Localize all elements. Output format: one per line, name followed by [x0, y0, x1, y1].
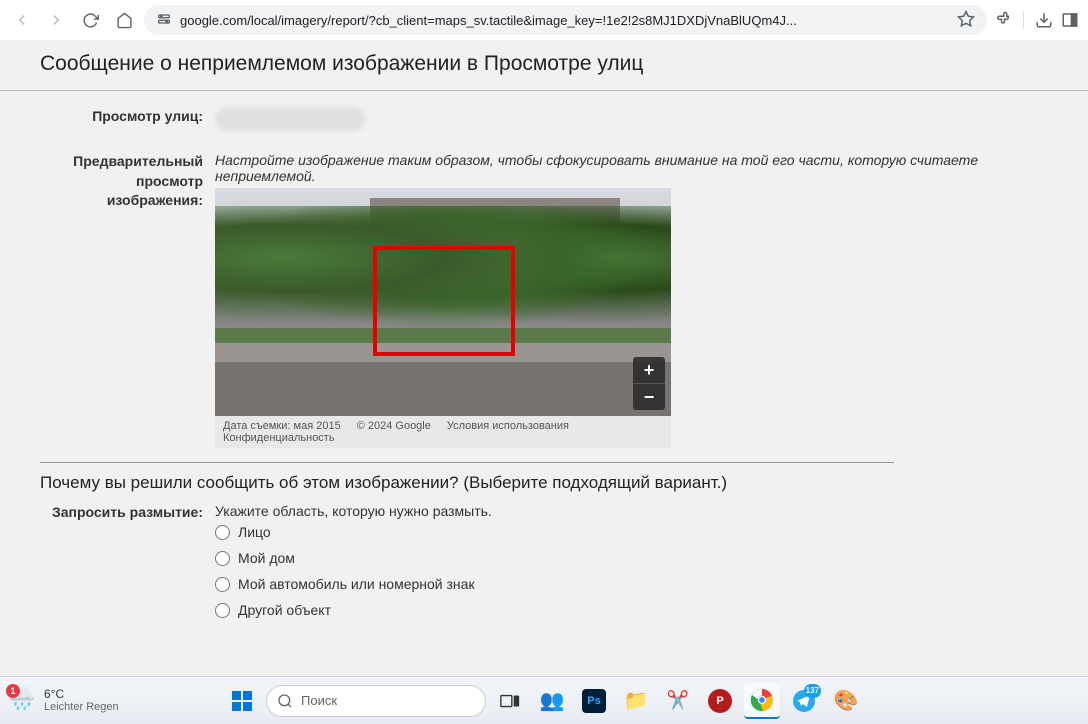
- extensions-icon[interactable]: [993, 10, 1013, 30]
- preview-label-line2: просмотр изображения:: [40, 172, 203, 211]
- capture-date: Дата съемки: мая 2015: [223, 420, 341, 432]
- site-info-icon[interactable]: [156, 11, 172, 30]
- radio-house[interactable]: [215, 551, 230, 566]
- radio-option-other[interactable]: Другой объект: [215, 597, 1048, 623]
- zoom-controls: + −: [633, 357, 665, 410]
- radio-face[interactable]: [215, 525, 230, 540]
- browser-toolbar: google.com/local/imagery/report/?cb_clie…: [0, 0, 1088, 40]
- forward-button[interactable]: [42, 6, 70, 34]
- telegram-badge: 137: [804, 684, 821, 698]
- paint-icon[interactable]: 🎨: [828, 683, 864, 719]
- star-icon[interactable]: [957, 10, 975, 31]
- back-button[interactable]: [8, 6, 36, 34]
- file-explorer-icon[interactable]: 📁: [618, 683, 654, 719]
- address-bar[interactable]: google.com/local/imagery/report/?cb_clie…: [144, 5, 987, 35]
- streetview-attribution: Дата съемки: мая 2015 © 2024 Google Усло…: [215, 416, 671, 448]
- radio-option-face[interactable]: Лицо: [215, 519, 1048, 545]
- taskbar-center: Поиск 👥 Ps 📁 ✂️ P 137 🎨: [224, 683, 864, 719]
- radio-option-house[interactable]: Мой дом: [215, 545, 1048, 571]
- page-title: Сообщение о неприемлемом изображении в П…: [0, 40, 1088, 90]
- reload-button[interactable]: [76, 6, 104, 34]
- radio-other[interactable]: [215, 603, 230, 618]
- search-placeholder: Поиск: [301, 693, 337, 708]
- weather-widget[interactable]: 🌧️ 1 6°C Leichter Regen: [8, 686, 119, 716]
- why-report-title: Почему вы решили сообщить об этом изобра…: [0, 463, 1088, 503]
- windows-logo-icon: [232, 691, 252, 711]
- selection-rectangle[interactable]: [373, 246, 515, 356]
- url-text: google.com/local/imagery/report/?cb_clie…: [180, 13, 949, 28]
- privacy-link[interactable]: Конфиденциальность: [223, 432, 663, 444]
- weather-alert-badge: 1: [6, 684, 20, 698]
- taskbar-search[interactable]: Поиск: [266, 685, 486, 717]
- blur-hint: Укажите область, которую нужно размыть.: [215, 503, 1048, 519]
- radio-car[interactable]: [215, 577, 230, 592]
- psiphon-icon[interactable]: P: [702, 683, 738, 719]
- chrome-icon[interactable]: [744, 683, 780, 719]
- taskview-icon[interactable]: [492, 683, 528, 719]
- photoshop-icon[interactable]: Ps: [576, 683, 612, 719]
- zoom-out-button[interactable]: −: [633, 384, 665, 410]
- preview-label-line1: Предварительный: [40, 152, 203, 172]
- radio-option-car[interactable]: Мой автомобиль или номерной знак: [215, 571, 1048, 597]
- weather-conditions: Leichter Regen: [44, 701, 119, 714]
- toolbar-separator: [1023, 11, 1024, 29]
- preview-hint: Настройте изображение таким образом, что…: [215, 152, 1048, 184]
- copyright: © 2024 Google: [357, 420, 431, 432]
- temperature: 6°C: [44, 687, 119, 701]
- downloads-icon[interactable]: [1034, 10, 1054, 30]
- redacted-location: [215, 107, 365, 131]
- streetview-preview[interactable]: + −: [215, 188, 671, 416]
- zoom-in-button[interactable]: +: [633, 357, 665, 383]
- teams-icon[interactable]: 👥: [534, 683, 570, 719]
- home-button[interactable]: [110, 6, 138, 34]
- page-content: Сообщение о неприемлемом изображении в П…: [0, 40, 1088, 676]
- search-icon: [277, 693, 293, 709]
- terms-link[interactable]: Условия использования: [447, 420, 569, 432]
- snipping-tool-icon[interactable]: ✂️: [660, 683, 696, 719]
- request-blur-label: Запросить размытие:: [40, 503, 215, 623]
- sidepanel-icon[interactable]: [1060, 10, 1080, 30]
- streetview-label: Просмотр улиц:: [40, 107, 215, 134]
- telegram-icon[interactable]: 137: [786, 683, 822, 719]
- start-button[interactable]: [224, 683, 260, 719]
- windows-taskbar: 🌧️ 1 6°C Leichter Regen Поиск 👥 Ps 📁 ✂️: [0, 676, 1088, 724]
